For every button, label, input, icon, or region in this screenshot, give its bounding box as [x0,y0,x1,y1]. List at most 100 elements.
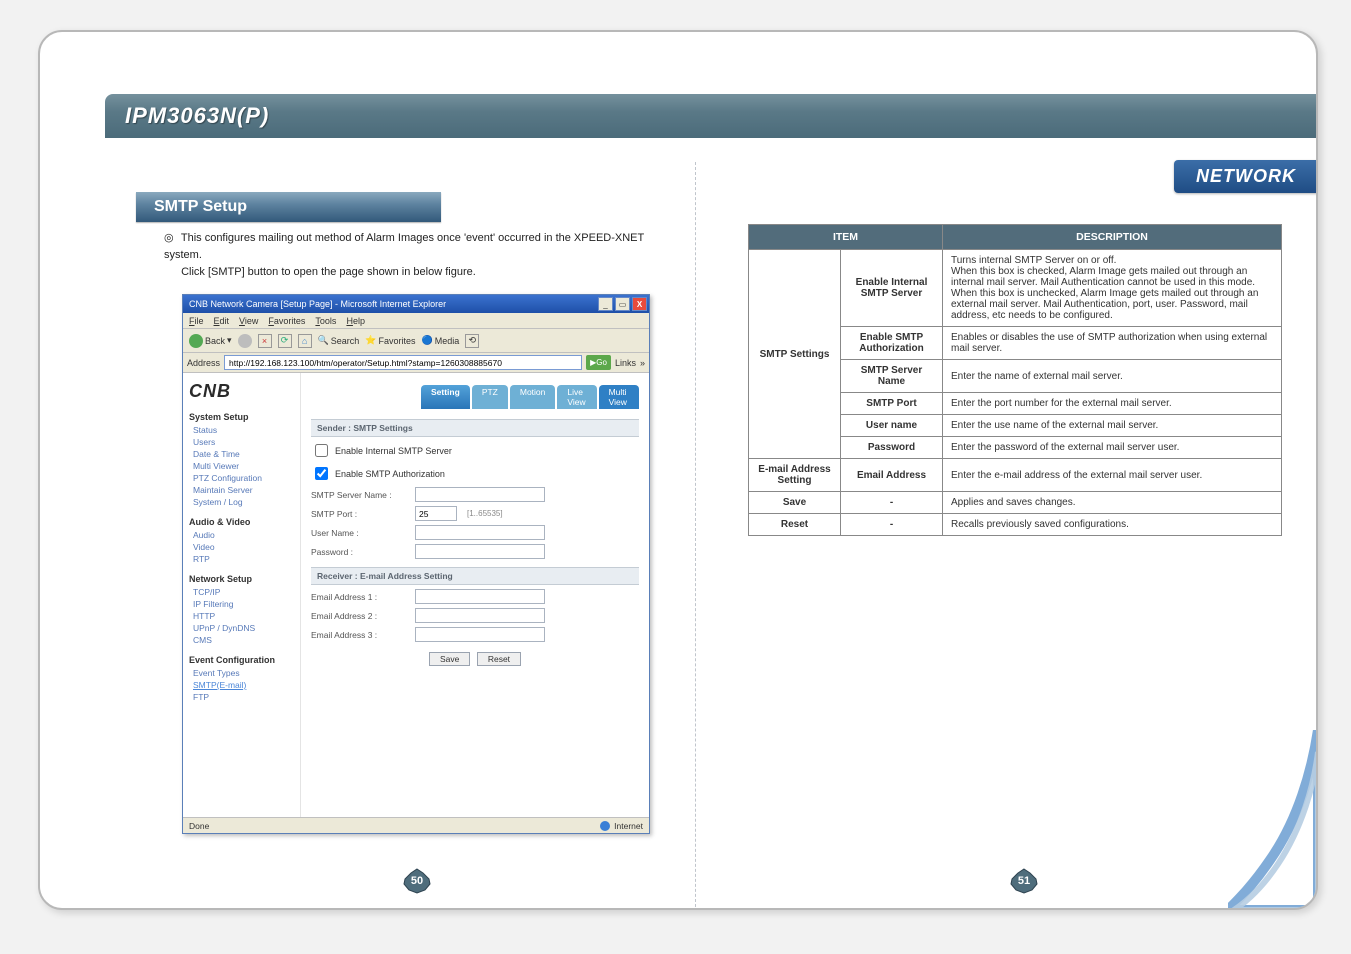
lbl-pass: Password : [311,547,411,557]
cell-r2-sub: Enable SMTP Authorization [841,327,943,360]
tab-multiview[interactable]: Multi View [599,385,639,409]
nav-users[interactable]: Users [193,437,294,447]
cell-r4-sub: SMTP Port [841,393,943,415]
corner-accent [1228,730,1318,910]
lbl-user: User Name : [311,528,411,538]
tab-liveview[interactable]: Live View [557,385,596,409]
cell-r7-desc: Enter the e-mail address of the external… [943,459,1282,492]
nav-system-title: System Setup [189,412,294,422]
page-divider [695,162,696,910]
nav-upnp[interactable]: UPnP / DynDNS [193,623,294,633]
cnb-content: Setting PTZ Motion Live View Multi View … [301,373,649,817]
close-button[interactable]: X [632,297,647,311]
th-item: ITEM [749,225,943,250]
ie-titlebar: CNB Network Camera [Setup Page] - Micros… [183,295,649,313]
cell-r2-desc: Enables or disables the use of SMTP auth… [943,327,1282,360]
description-table: ITEM DESCRIPTION SMTP Settings Enable In… [748,224,1282,536]
nav-tcpip[interactable]: TCP/IP [193,587,294,597]
chk-smtp-auth[interactable] [315,467,328,480]
address-label: Address [187,358,220,368]
cell-r9-sub: - [841,514,943,536]
cell-r8-sub: - [841,492,943,514]
nav-maintain[interactable]: Maintain Server [193,485,294,495]
lbl-port: SMTP Port : [311,509,411,519]
nav-smtp[interactable]: SMTP(E-mail) [193,680,294,690]
media-button[interactable]: 🔵Media [422,332,460,350]
tab-setting[interactable]: Setting [421,385,470,409]
nav-av-title: Audio & Video [189,517,294,527]
home-button[interactable]: ⌂ [298,332,312,350]
port-hint: [1..65535] [467,509,503,518]
cell-r5-sub: User name [841,415,943,437]
ie-title-text: CNB Network Camera [Setup Page] - Micros… [189,299,446,309]
refresh-button[interactable]: ⟳ [278,332,292,350]
page-frame: IPM3063N(P) NETWORK SMTP Setup ◎ This co… [38,30,1318,910]
nav-syslog[interactable]: System / Log [193,497,294,507]
status-done: Done [189,821,209,831]
cell-r8-item: Save [749,492,841,514]
input-email1[interactable] [415,589,545,604]
cell-r7-sub: Email Address [841,459,943,492]
cell-r6-sub: Password [841,437,943,459]
address-input[interactable] [224,355,582,370]
nav-video[interactable]: Video [193,542,294,552]
ie-address-bar: Address ▶ Go Links » [183,353,649,373]
go-button[interactable]: ▶ Go [586,355,611,370]
input-email2[interactable] [415,608,545,623]
favorites-button[interactable]: ⭐Favorites [365,332,415,350]
intro-line2: Click [SMTP] button to open the page sho… [181,266,476,278]
nav-http[interactable]: HTTP [193,611,294,621]
menu-help[interactable]: Help [346,316,365,326]
model-title: IPM3063N(P) [125,103,269,129]
nav-ftp[interactable]: FTP [193,692,294,702]
lbl-smtp-auth: Enable SMTP Authorization [335,469,445,479]
cell-r3-desc: Enter the name of external mail server. [943,360,1282,393]
menu-edit[interactable]: Edit [214,316,230,326]
save-button[interactable]: Save [429,652,470,666]
menu-tools[interactable]: Tools [315,316,336,326]
reset-button[interactable]: Reset [477,652,521,666]
cell-r5-desc: Enter the use name of the external mail … [943,415,1282,437]
tab-motion[interactable]: Motion [510,385,556,409]
menu-favorites[interactable]: Favorites [268,316,305,326]
input-email3[interactable] [415,627,545,642]
maximize-button[interactable]: ▭ [615,297,630,311]
lbl-email1: Email Address 1 : [311,592,411,602]
intro-line1: This configures mailing out method of Al… [164,232,644,261]
nav-ptz[interactable]: PTZ Configuration [193,473,294,483]
input-server[interactable] [415,487,545,502]
nav-audio[interactable]: Audio [193,530,294,540]
cell-r4-desc: Enter the port number for the external m… [943,393,1282,415]
cnb-sidebar: CNB System Setup Status Users Date & Tim… [183,373,301,817]
nav-multiviewer[interactable]: Multi Viewer [193,461,294,471]
links-label[interactable]: Links [615,358,636,368]
input-pass[interactable] [415,544,545,559]
section-title-badge: SMTP Setup [136,192,441,222]
lbl-internal-smtp: Enable Internal SMTP Server [335,446,452,456]
back-button[interactable]: Back ▾ [189,332,232,350]
search-button[interactable]: 🔍Search [318,332,360,350]
forward-button[interactable] [238,332,252,350]
nav-ipfilter[interactable]: IP Filtering [193,599,294,609]
cell-r9-item: Reset [749,514,841,536]
menu-file[interactable]: File [189,316,204,326]
input-user[interactable] [415,525,545,540]
nav-cms[interactable]: CMS [193,635,294,645]
stop-button[interactable]: × [258,332,272,350]
menu-view[interactable]: View [239,316,258,326]
cnb-logo: CNB [189,381,294,402]
ie-window: CNB Network Camera [Setup Page] - Micros… [182,294,650,834]
lbl-email3: Email Address 3 : [311,630,411,640]
nav-status[interactable]: Status [193,425,294,435]
minimize-button[interactable]: _ [598,297,613,311]
input-port[interactable] [415,506,457,521]
nav-date[interactable]: Date & Time [193,449,294,459]
tab-ptz[interactable]: PTZ [472,385,508,409]
nav-net-title: Network Setup [189,574,294,584]
nav-eventtypes[interactable]: Event Types [193,668,294,678]
chk-internal-smtp[interactable] [315,444,328,457]
page-number-left: 50 [403,868,431,894]
history-button[interactable]: ⟲ [465,332,479,350]
cell-r8-desc: Applies and saves changes. [943,492,1282,514]
nav-rtp[interactable]: RTP [193,554,294,564]
